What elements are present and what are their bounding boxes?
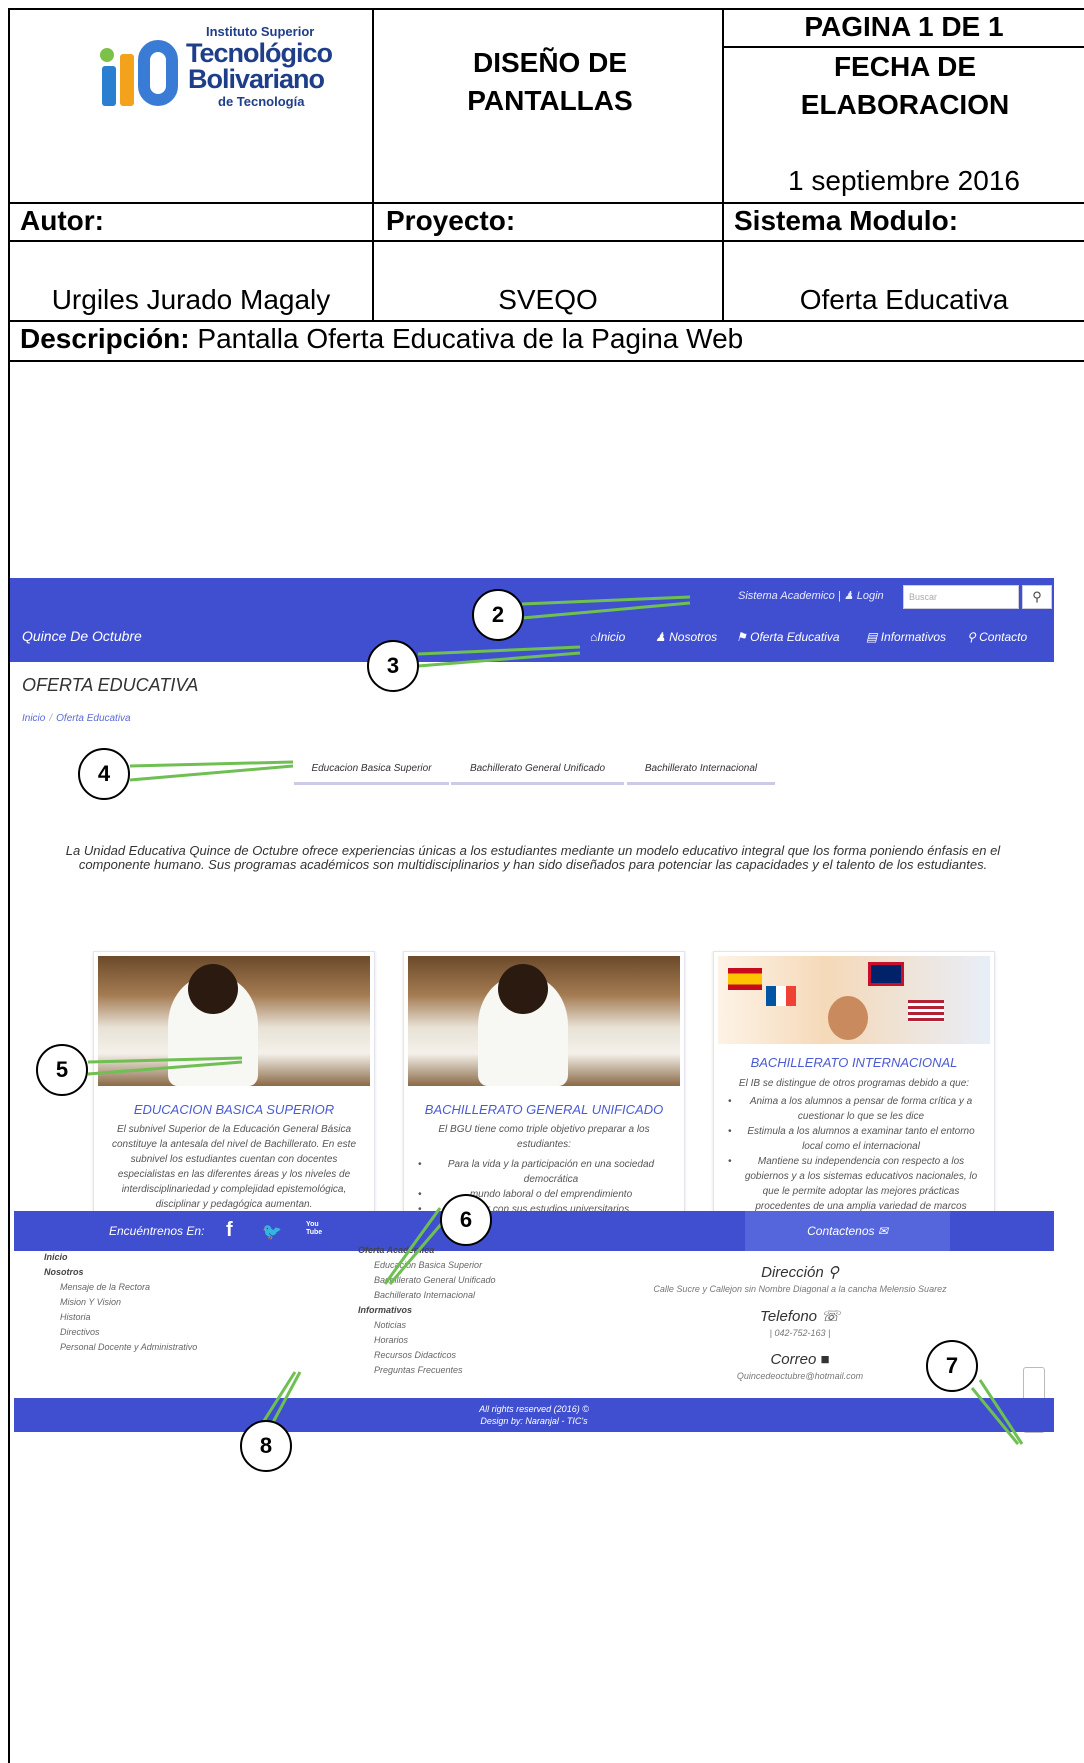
callout-8: 8: [240, 1420, 292, 1472]
callout-6: 6: [440, 1194, 492, 1246]
callout-3: 3: [367, 640, 419, 692]
callout-pointers: [87, 595, 1024, 1445]
callout-4: 4: [78, 748, 130, 800]
callout-7: 7: [926, 1340, 978, 1392]
callout-2: 2: [472, 589, 524, 641]
callout-5: 5: [36, 1044, 88, 1096]
